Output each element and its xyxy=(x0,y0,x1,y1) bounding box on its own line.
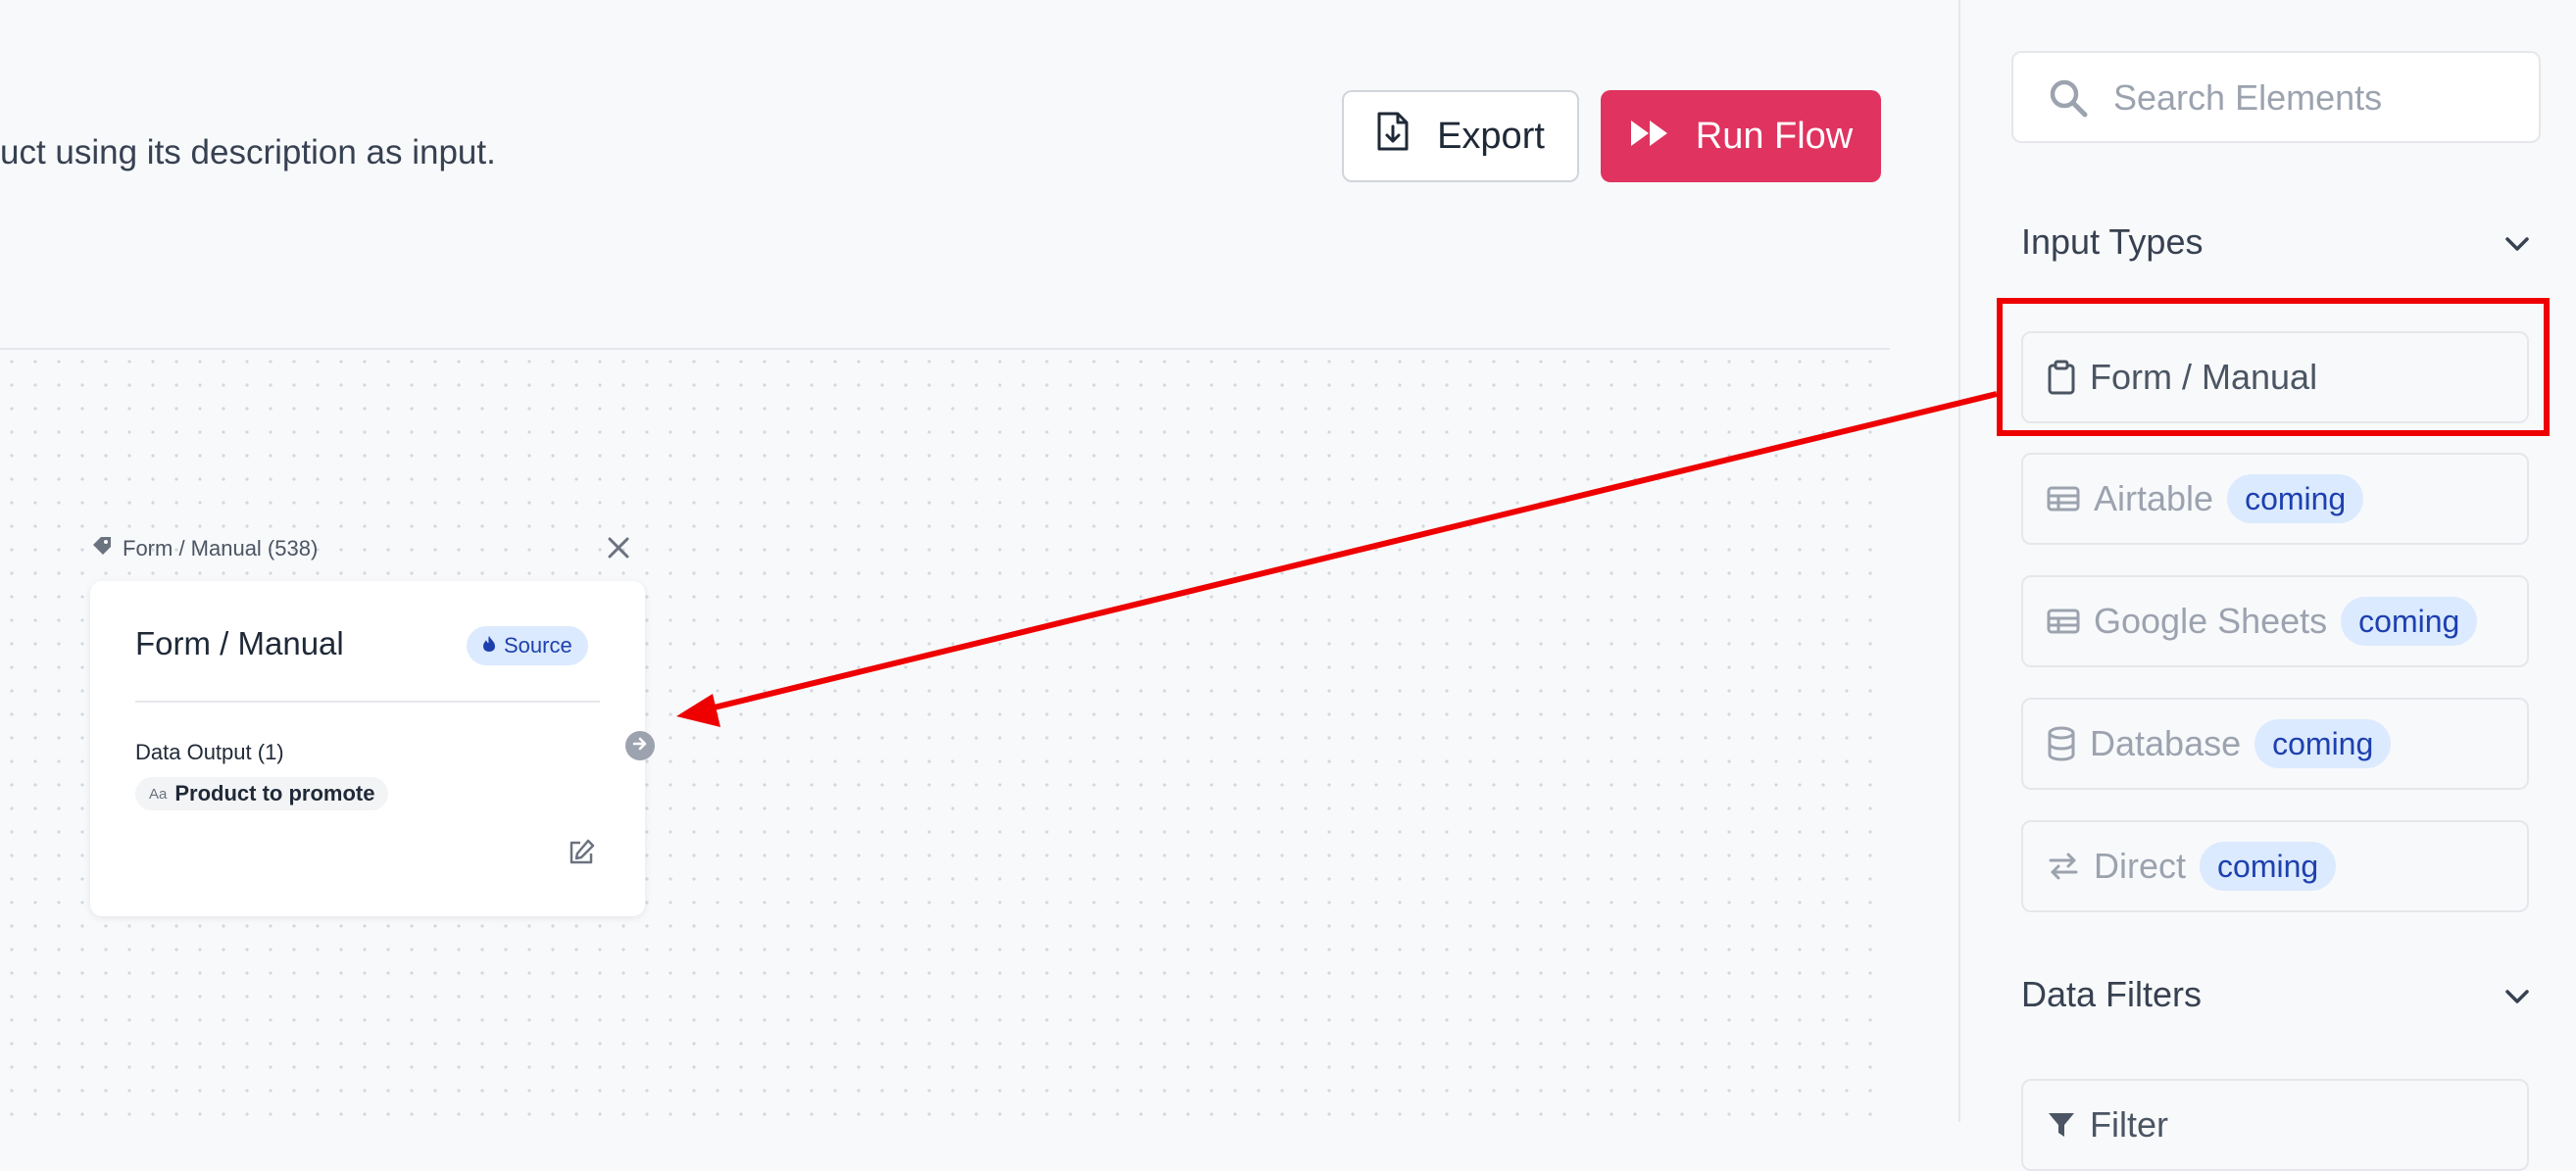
arrows-exchange-icon xyxy=(2047,851,2080,882)
search-input[interactable] xyxy=(2111,53,2527,143)
coming-badge: coming xyxy=(2200,842,2337,891)
node-card[interactable]: Form / Manual Source Data Output (1) Aa … xyxy=(90,581,645,916)
node-title: Form / Manual xyxy=(135,625,344,661)
sidebar-item-direct[interactable]: Direct coming xyxy=(2021,820,2529,912)
export-label: Export xyxy=(1437,115,1545,157)
sidebar-item-label: Filter xyxy=(2090,1104,2168,1145)
section-title-data-filters: Data Filters xyxy=(2021,974,2203,1014)
run-flow-button[interactable]: Run Flow xyxy=(1601,90,1881,182)
table-icon xyxy=(2047,609,2080,634)
output-chip[interactable]: Aa Product to promote xyxy=(135,777,389,810)
node-divider xyxy=(135,701,600,703)
coming-badge: coming xyxy=(2227,474,2364,523)
run-flow-label: Run Flow xyxy=(1695,115,1854,157)
output-chip-label: Product to promote xyxy=(174,781,375,805)
search-icon xyxy=(2047,76,2090,124)
output-handle[interactable] xyxy=(625,731,655,760)
sidebar-item-label: Airtable xyxy=(2094,478,2214,518)
chevron-down-icon[interactable] xyxy=(2503,974,2531,1015)
search-box[interactable] xyxy=(2011,51,2541,143)
section-header-data-filters[interactable]: Data Filters xyxy=(2021,974,2531,1015)
node-tag: Form / Manual (538) xyxy=(91,535,318,562)
text-type-icon: Aa xyxy=(149,785,168,803)
close-icon[interactable] xyxy=(605,534,632,566)
filter-icon xyxy=(2047,1110,2076,1140)
export-button[interactable]: Export xyxy=(1342,90,1579,182)
database-icon xyxy=(2047,726,2076,761)
section-header-input-types[interactable]: Input Types xyxy=(2021,221,2531,263)
source-badge-label: Source xyxy=(504,633,572,658)
annotation-highlight-box xyxy=(1997,298,2550,436)
table-icon xyxy=(2047,486,2080,512)
flow-description: uct using its description as input. xyxy=(0,133,496,171)
data-output-label: Data Output (1) xyxy=(135,740,284,764)
sidebar-item-airtable[interactable]: Airtable coming xyxy=(2021,453,2529,545)
source-badge: Source xyxy=(467,626,588,665)
arrow-right-icon xyxy=(631,735,649,757)
file-download-icon xyxy=(1376,111,1410,162)
sidebar-item-filter[interactable]: Filter xyxy=(2021,1079,2529,1171)
sidebar-item-label: Database xyxy=(2090,723,2242,763)
sidebar-item-label: Google Sheets xyxy=(2094,601,2328,641)
tag-icon xyxy=(91,535,113,562)
flame-icon xyxy=(482,633,496,659)
coming-badge: coming xyxy=(2254,719,2392,768)
sidebar-item-database[interactable]: Database coming xyxy=(2021,698,2529,790)
edit-icon[interactable] xyxy=(567,838,596,872)
elements-sidebar: Input Types Form / Manual Airtable comin… xyxy=(1958,0,2576,1171)
fast-forward-icon xyxy=(1629,116,1670,158)
sidebar-item-google-sheets[interactable]: Google Sheets coming xyxy=(2021,575,2529,667)
main-area: uct using its description as input. Expo… xyxy=(0,0,1958,1124)
sidebar-item-label: Direct xyxy=(2094,846,2187,886)
node-tag-label: Form / Manual (538) xyxy=(123,536,319,561)
section-title-input-types: Input Types xyxy=(2021,221,2204,262)
coming-badge: coming xyxy=(2341,597,2478,646)
chevron-down-icon[interactable] xyxy=(2503,221,2531,263)
